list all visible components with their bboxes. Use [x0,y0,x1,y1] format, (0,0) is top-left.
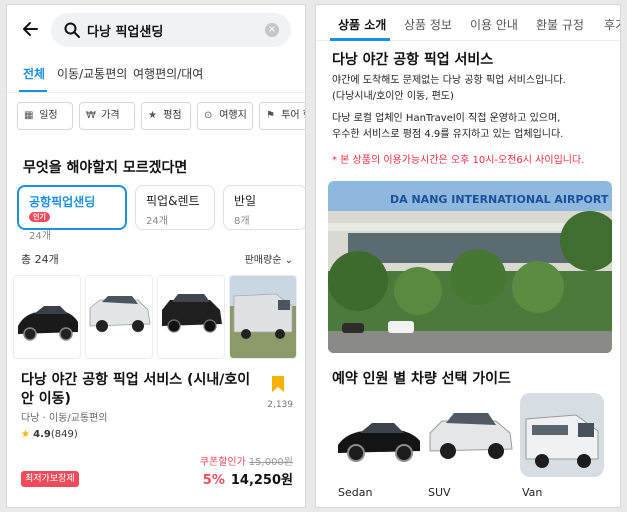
product-title[interactable]: 다낭 야간 공항 픽업 서비스 (시내/호이안 이동) [21,371,257,409]
search-query-text: 다낭 픽업샌딩 [87,25,164,40]
category-card-airport-pickup[interactable]: 공항픽업샌딩 인기 24개 [17,185,127,242]
category-tabs: 전체 이동/교통편의 여행편의/대여 [7,57,305,93]
lowest-price-tag: 최저가보장제 [21,471,79,487]
filter-price-button[interactable]: ₩ 가격 [79,102,135,130]
suv-black-thumbnail [157,275,225,359]
popular-badge: 인기 [29,212,50,222]
product-rating: ★ 4.9(849) [21,429,78,440]
flag-icon: ⚑ [266,110,275,121]
result-count: 총 24개 [21,253,59,266]
bookmark-icon[interactable] [271,375,285,393]
tab-info[interactable]: 상품 정보 [404,16,452,33]
location-pin-icon: ⊙ [204,110,213,121]
filter-chips: ▦ 일정 ₩ 가격 ★ 평점 ⊙ 여행지 ⚑ 투어 형태 [15,102,305,130]
filter-tour-type-button[interactable]: ⚑ 투어 형태 [259,102,305,130]
sedan-thumbnail [13,275,81,359]
tab-transport[interactable]: 이동/교통편의 [57,65,127,82]
detail-heading: 다낭 야간 공항 픽업 서비스 [332,52,494,68]
filter-rating-button[interactable]: ★ 평점 [141,102,191,130]
won-icon: ₩ [86,110,96,121]
search-header: 다낭 픽업샌딩 × [7,5,305,55]
sedan-image [334,407,424,467]
tab-intro[interactable]: 상품 소개 [338,16,386,33]
active-tab-indicator [330,38,390,41]
intro-line-1: 야간에 도착해도 문제없는 다낭 공항 픽업 서비스입니다. [332,75,566,86]
filter-schedule-button[interactable]: ▦ 일정 [17,102,73,130]
tab-all[interactable]: 전체 [23,65,45,82]
star-icon: ★ [21,429,30,440]
back-arrow-icon[interactable] [21,19,41,39]
van-thumbnail [229,275,297,359]
filter-destination-button[interactable]: ⊙ 여행지 [197,102,253,130]
active-tab-indicator [19,90,47,92]
van-image [520,393,604,477]
clear-search-icon[interactable]: × [265,23,279,37]
intro-line-4: 우수한 서비스로 평점 4.9를 유지하고 있는 업체입니다. [332,129,564,140]
product-price: 5% 14,250원 [202,473,293,488]
sort-dropdown[interactable]: 판매량순 ⌄ [245,251,293,266]
tab-refund[interactable]: 환불 규정 [536,16,584,33]
suv-label: SUV [428,486,451,499]
suv-image [426,405,516,465]
availability-warning: * 본 상품의 이용가능시간은 오후 10시-오전6시 사이입니다. [332,155,585,166]
van-label: Van [522,486,543,499]
product-detail-panel: 상품 소개 상품 정보 이용 안내 환불 규정 후기 다낭 야간 공항 픽업 서… [315,4,621,508]
intro-line-3: 다낭 로컬 업체인 HanTravel이 직접 운영하고 있으며, [332,113,561,124]
section-title: 무엇을 해야할지 모르겠다면 [23,160,188,176]
tab-guide[interactable]: 이용 안내 [470,16,518,33]
category-card-half-day[interactable]: 반일 8개 [223,185,305,230]
product-category: 다낭 · 이동/교통편의 [21,413,108,424]
search-results-panel: 다낭 픽업샌딩 × 전체 이동/교통편의 여행편의/대여 ▦ 일정 ₩ 가격 ★… [6,4,306,508]
product-image-gallery[interactable] [13,275,305,361]
vehicle-guide-heading: 예약 인원 별 차량 선택 가이드 [332,371,511,387]
airport-sign-text: DA NANG INTERNATIONAL AIRPORT [390,193,609,206]
suv-white-thumbnail [85,275,153,359]
tab-travel-convenience[interactable]: 여행편의/대여 [133,65,203,82]
category-card-pickup-rent[interactable]: 픽업&렌트 24개 [135,185,215,230]
search-input[interactable]: 다낭 픽업샌딩 × [51,13,291,47]
tab-reviews[interactable]: 후기 [604,16,620,33]
bookmark-count: 2,139 [267,400,293,410]
airport-photo: DA NANG INTERNATIONAL AIRPORT [328,181,612,353]
calendar-icon: ▦ [24,110,34,121]
intro-line-2: (다낭시내/호이안 이동, 편도) [332,91,454,102]
chevron-down-icon: ⌄ [284,255,293,266]
discount-percent: 5% [202,473,225,488]
detail-tabs: 상품 소개 상품 정보 이용 안내 환불 규정 후기 [316,5,620,41]
sedan-label: Sedan [338,486,373,499]
coupon-price-line: 쿠폰할인가 15,000원 [199,457,293,468]
star-icon: ★ [148,110,157,121]
search-icon [63,21,81,39]
